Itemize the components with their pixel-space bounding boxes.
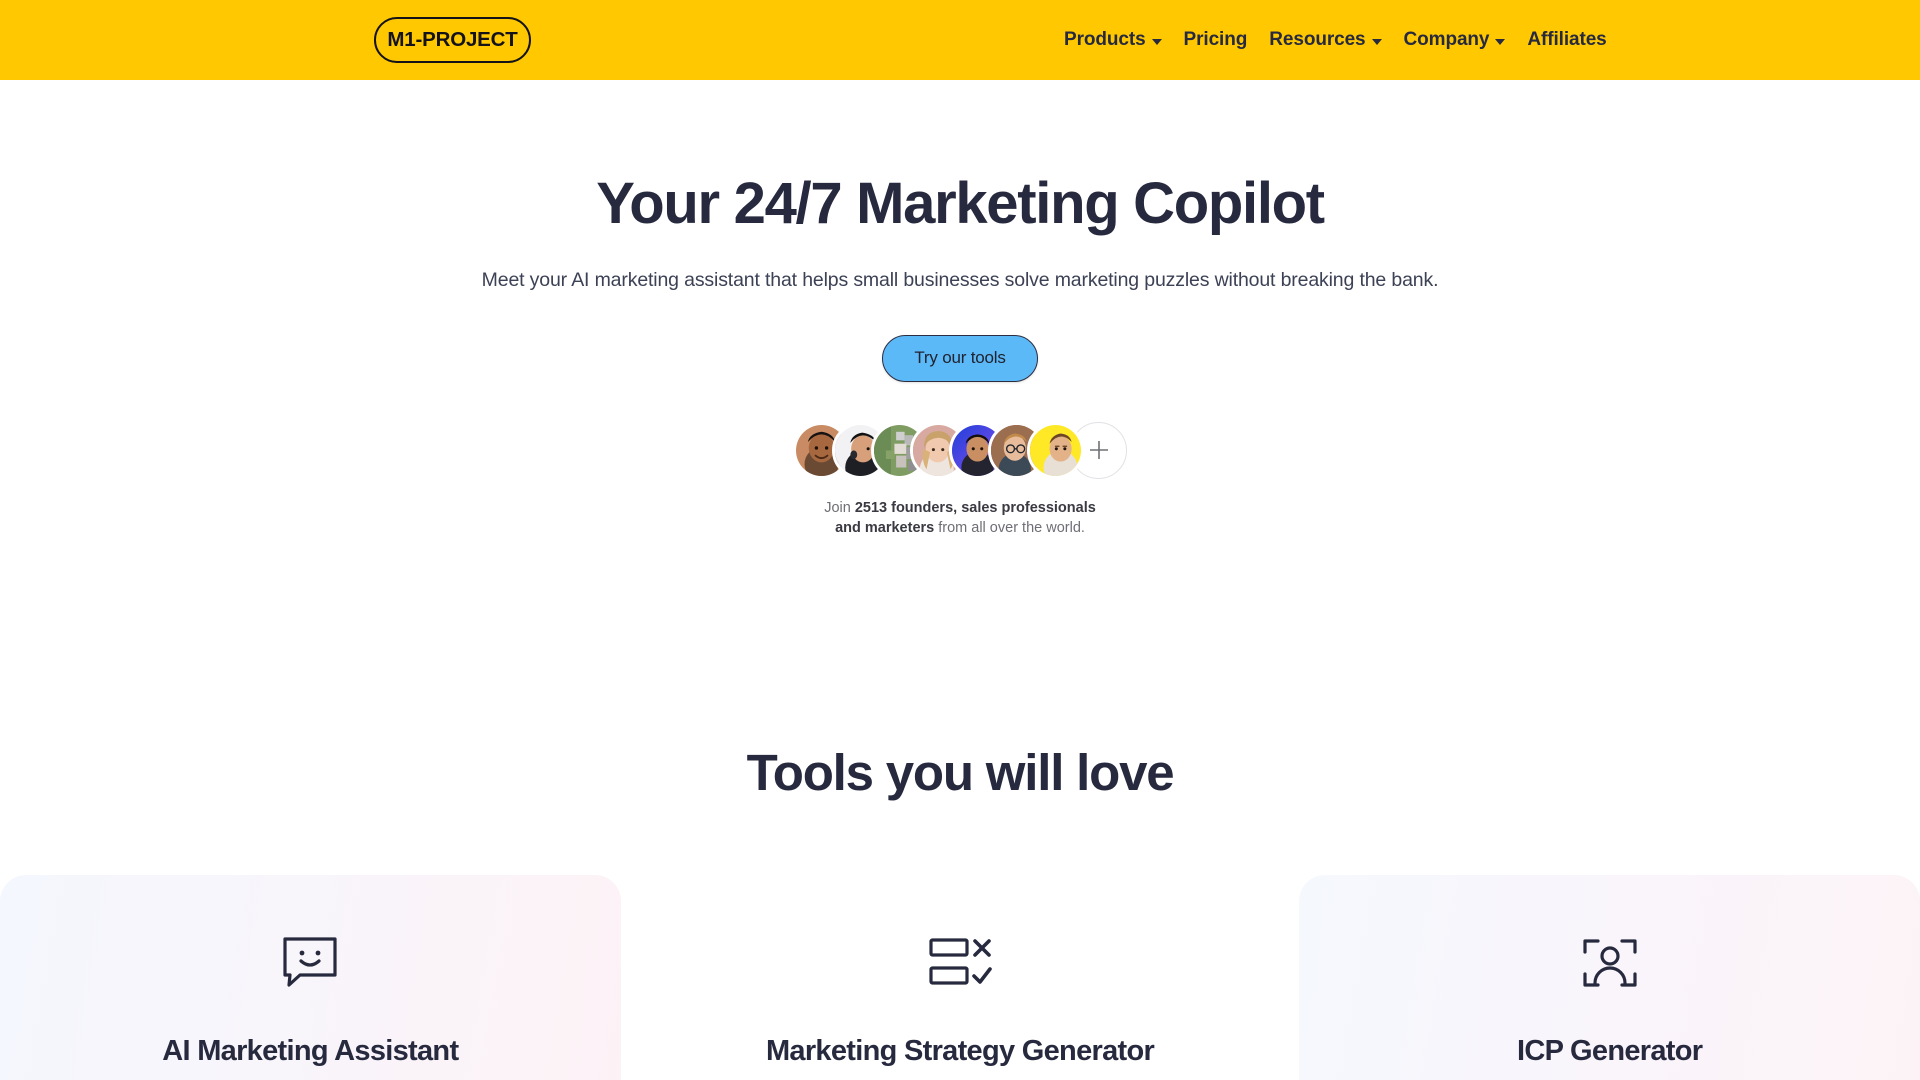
person-scan-icon <box>1581 935 1639 991</box>
logo-text: M1-PROJECT <box>387 28 518 51</box>
nav-item-products[interactable]: Products <box>1053 29 1173 51</box>
tool-card-marketing-strategy-generator[interactable]: Marketing Strategy Generator Quickly cre… <box>649 875 1271 1080</box>
avatar-image <box>1030 424 1081 476</box>
tool-card-title: AI Marketing Assistant <box>162 1035 459 1067</box>
nav-item-company[interactable]: Company <box>1393 29 1517 51</box>
tools-section: Tools you will love AI Marketing Assista… <box>0 640 1920 1080</box>
main-navigation: Products Pricing Resources Company Affil… <box>1053 0 1618 80</box>
nav-label-affiliates: Affiliates <box>1527 29 1607 50</box>
checklist-icon <box>928 935 992 991</box>
tool-card-icp-generator[interactable]: ICP Generator Discover your ideal custom… <box>1299 875 1920 1080</box>
nav-item-affiliates[interactable]: Affiliates <box>1516 29 1617 51</box>
try-our-tools-button[interactable]: Try our tools <box>882 334 1038 382</box>
chevron-down-icon <box>1495 38 1506 45</box>
avatar-group <box>0 421 1920 479</box>
join-suffix: from all over the world. <box>934 519 1085 536</box>
cta-container: Try our tools <box>0 334 1920 382</box>
tool-card-list: AI Marketing Assistant Get round-the-clo… <box>0 875 1920 1080</box>
join-prefix: Join <box>824 499 855 516</box>
nav-item-pricing[interactable]: Pricing <box>1173 29 1259 51</box>
chevron-down-icon <box>1371 38 1382 45</box>
plus-icon <box>1089 441 1108 460</box>
nav-label-products: Products <box>1064 29 1146 50</box>
tool-card-ai-marketing-assistant[interactable]: AI Marketing Assistant Get round-the-clo… <box>0 875 621 1080</box>
site-header: M1-PROJECT Products Pricing Resources Co… <box>0 0 1920 80</box>
chevron-down-icon <box>1151 38 1162 45</box>
tool-card-title: ICP Generator <box>1516 1035 1703 1067</box>
chat-smile-icon <box>280 935 340 991</box>
tools-heading: Tools you will love <box>746 744 1175 801</box>
nav-item-resources[interactable]: Resources <box>1258 29 1392 51</box>
page-root: M1-PROJECT Products Pricing Resources Co… <box>0 0 1920 1080</box>
tool-card-title: Marketing Strategy Generator <box>765 1035 1155 1067</box>
hero-section: Your 24/7 Marketing Copilot Meet your AI… <box>0 80 1920 538</box>
nav-label-company: Company <box>1403 29 1490 50</box>
hero-subtitle: Meet your AI marketing assistant that he… <box>481 268 1439 291</box>
nav-label-pricing: Pricing <box>1183 29 1248 50</box>
avatar <box>1027 421 1084 479</box>
social-proof-text: Join 2513 founders, sales professionals … <box>810 498 1110 538</box>
nav-label-resources: Resources <box>1269 29 1366 50</box>
page-title: Your 24/7 Marketing Copilot <box>596 171 1325 236</box>
logo-button[interactable]: M1-PROJECT <box>374 17 531 63</box>
